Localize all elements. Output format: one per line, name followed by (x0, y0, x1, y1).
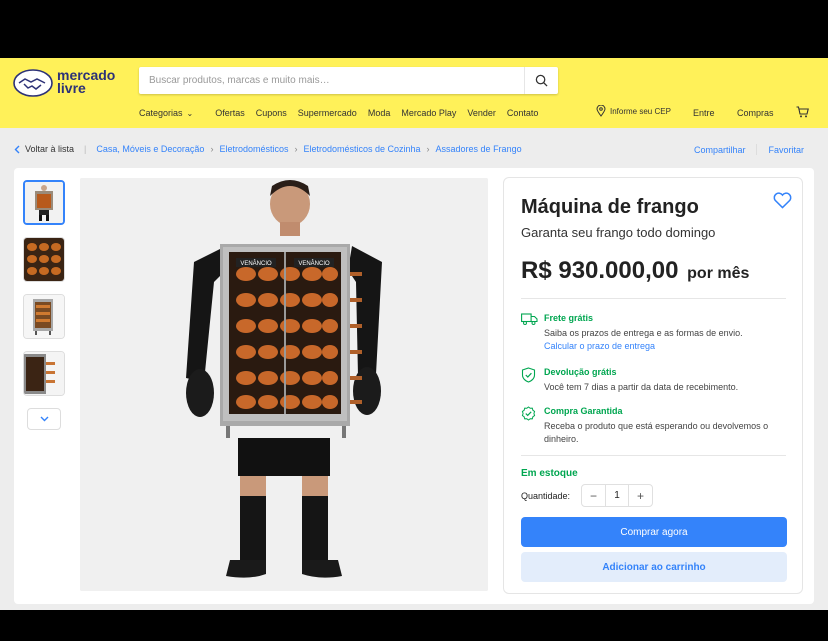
nav-mercado-play[interactable]: Mercado Play (401, 108, 456, 118)
return-title: Devolução grátis (544, 367, 617, 377)
return-desc: Você tem 7 dias a partir da data de rece… (544, 382, 739, 392)
chevron-left-icon (14, 145, 20, 153)
cart-icon (796, 106, 809, 118)
guarantee-desc: Receba o produto que está esperando ou d… (544, 421, 769, 444)
breadcrumb: Voltar à lista | Casa, Móveis e Decoraçã… (14, 144, 522, 154)
breadcrumb-divider: | (84, 144, 87, 154)
thumbnail-image (24, 238, 64, 281)
thumbnail-2[interactable] (23, 237, 65, 282)
product-main-image[interactable]: VENÂNCIO VENÂNCIO (80, 178, 488, 591)
guarantee-title: Compra Garantida (544, 406, 623, 416)
nav-vender[interactable]: Vender (467, 108, 496, 118)
location-pin-icon (596, 105, 606, 117)
heart-icon (773, 192, 792, 209)
product-price: R$ 930.000,00 por mês (521, 257, 749, 285)
stock-status: Em estoque (521, 468, 578, 479)
product-subtitle: Garanta seu frango todo domingo (521, 225, 716, 240)
product-title: Máquina de frango (521, 196, 699, 218)
chevron-down-icon: ⌄ (186, 109, 194, 118)
search-input[interactable] (139, 67, 523, 94)
product-photo: VENÂNCIO VENÂNCIO (80, 178, 488, 591)
logo-text: mercado livre (57, 68, 115, 96)
cart-button[interactable] (796, 105, 809, 123)
product-card: VENÂNCIO VENÂNCIO Máquina de frango Gara… (14, 168, 814, 604)
nav-contato[interactable]: Contato (507, 108, 539, 118)
nav-ofertas[interactable]: Ofertas (215, 108, 245, 118)
thumbnail-1[interactable] (23, 180, 65, 225)
shield-check-icon (521, 367, 536, 383)
purchases-link[interactable]: Compras (737, 108, 774, 118)
quantity-stepper: − 1 + (581, 484, 653, 507)
page-frame: mercado livre Categorias⌄ Ofertas Cupons… (0, 58, 828, 610)
site-header: mercado livre Categorias⌄ Ofertas Cupons… (0, 58, 828, 128)
favorite-button[interactable] (773, 192, 792, 214)
search-button[interactable] (524, 67, 558, 94)
verified-badge-icon (521, 406, 536, 421)
divider (521, 298, 786, 299)
cep-selector[interactable]: Informe seu CEP (596, 105, 671, 117)
buy-now-button[interactable]: Comprar agora (521, 517, 787, 547)
favorite-link[interactable]: Favoritar (768, 145, 804, 155)
add-to-cart-button[interactable]: Adicionar ao carrinho (521, 552, 787, 582)
logo-line2: livre (57, 80, 86, 96)
back-label: Voltar à lista (25, 144, 75, 154)
main-nav: Categorias ⌄ Ofertas Cupons Supermercado … (139, 108, 549, 118)
truck-icon (521, 313, 538, 325)
thumbnail-image (24, 352, 64, 395)
breadcrumb-item[interactable]: Eletrodomésticos (219, 144, 288, 154)
divider (756, 144, 758, 155)
brand-plate-left: VENÂNCIO (240, 260, 272, 267)
shipping-desc: Saiba os prazos de entrega e as formas d… (544, 328, 743, 338)
shipping-calc-link[interactable]: Calcular o prazo de entrega (544, 341, 655, 351)
brand-plate-right: VENÂNCIO (298, 260, 330, 267)
mercado-livre-logo[interactable]: mercado livre (13, 68, 123, 98)
thumbnail-4[interactable] (23, 351, 65, 396)
thumbnail-image (25, 182, 63, 223)
quantity-label: Quantidade: (521, 491, 571, 501)
cep-label: Informe seu CEP (610, 106, 671, 116)
nav-moda[interactable]: Moda (368, 108, 391, 118)
thumbnail-list (23, 180, 65, 430)
handshake-icon (13, 69, 53, 97)
back-to-list-link[interactable]: Voltar à lista (14, 144, 74, 154)
share-link[interactable]: Compartilhar (694, 145, 746, 155)
chevron-right-icon: › (294, 144, 298, 154)
chevron-down-icon (40, 416, 48, 422)
quantity-decrease-button[interactable]: − (582, 489, 605, 503)
quantity-increase-button[interactable]: + (629, 489, 652, 503)
price-value: R$ 930.000,00 (521, 257, 679, 284)
price-period: por mês (687, 265, 750, 282)
nav-supermercado[interactable]: Supermercado (298, 108, 357, 118)
quantity-value[interactable]: 1 (605, 485, 629, 506)
shipping-title: Frete grátis (544, 313, 594, 323)
nav-categorias-label: Categorias (139, 108, 183, 118)
more-thumbnails-button[interactable] (27, 408, 61, 430)
thumbnail-image (24, 295, 64, 338)
buy-box: Máquina de frango Garanta seu frango tod… (503, 177, 803, 594)
return-info: Devolução grátis Você tem 7 dias a parti… (521, 367, 791, 395)
share-favorite-bar: Compartilhar Favoritar (694, 144, 804, 155)
breadcrumb-item[interactable]: Assadores de Frango (436, 144, 522, 154)
nav-cupons[interactable]: Cupons (256, 108, 287, 118)
thumbnail-3[interactable] (23, 294, 65, 339)
guarantee-info: Compra Garantida Receba o produto que es… (521, 406, 791, 446)
chevron-right-icon: › (426, 144, 430, 154)
breadcrumb-item[interactable]: Casa, Móveis e Decoração (96, 144, 204, 154)
search-box (139, 67, 558, 94)
breadcrumb-item[interactable]: Eletrodomésticos de Cozinha (303, 144, 420, 154)
shipping-info: Frete grátis Saiba os prazos de entrega … (521, 313, 791, 353)
login-link[interactable]: Entre (693, 108, 715, 118)
search-icon (535, 74, 548, 87)
nav-categorias[interactable]: Categorias ⌄ (139, 108, 204, 118)
divider (521, 455, 786, 456)
chevron-right-icon: › (210, 144, 214, 154)
